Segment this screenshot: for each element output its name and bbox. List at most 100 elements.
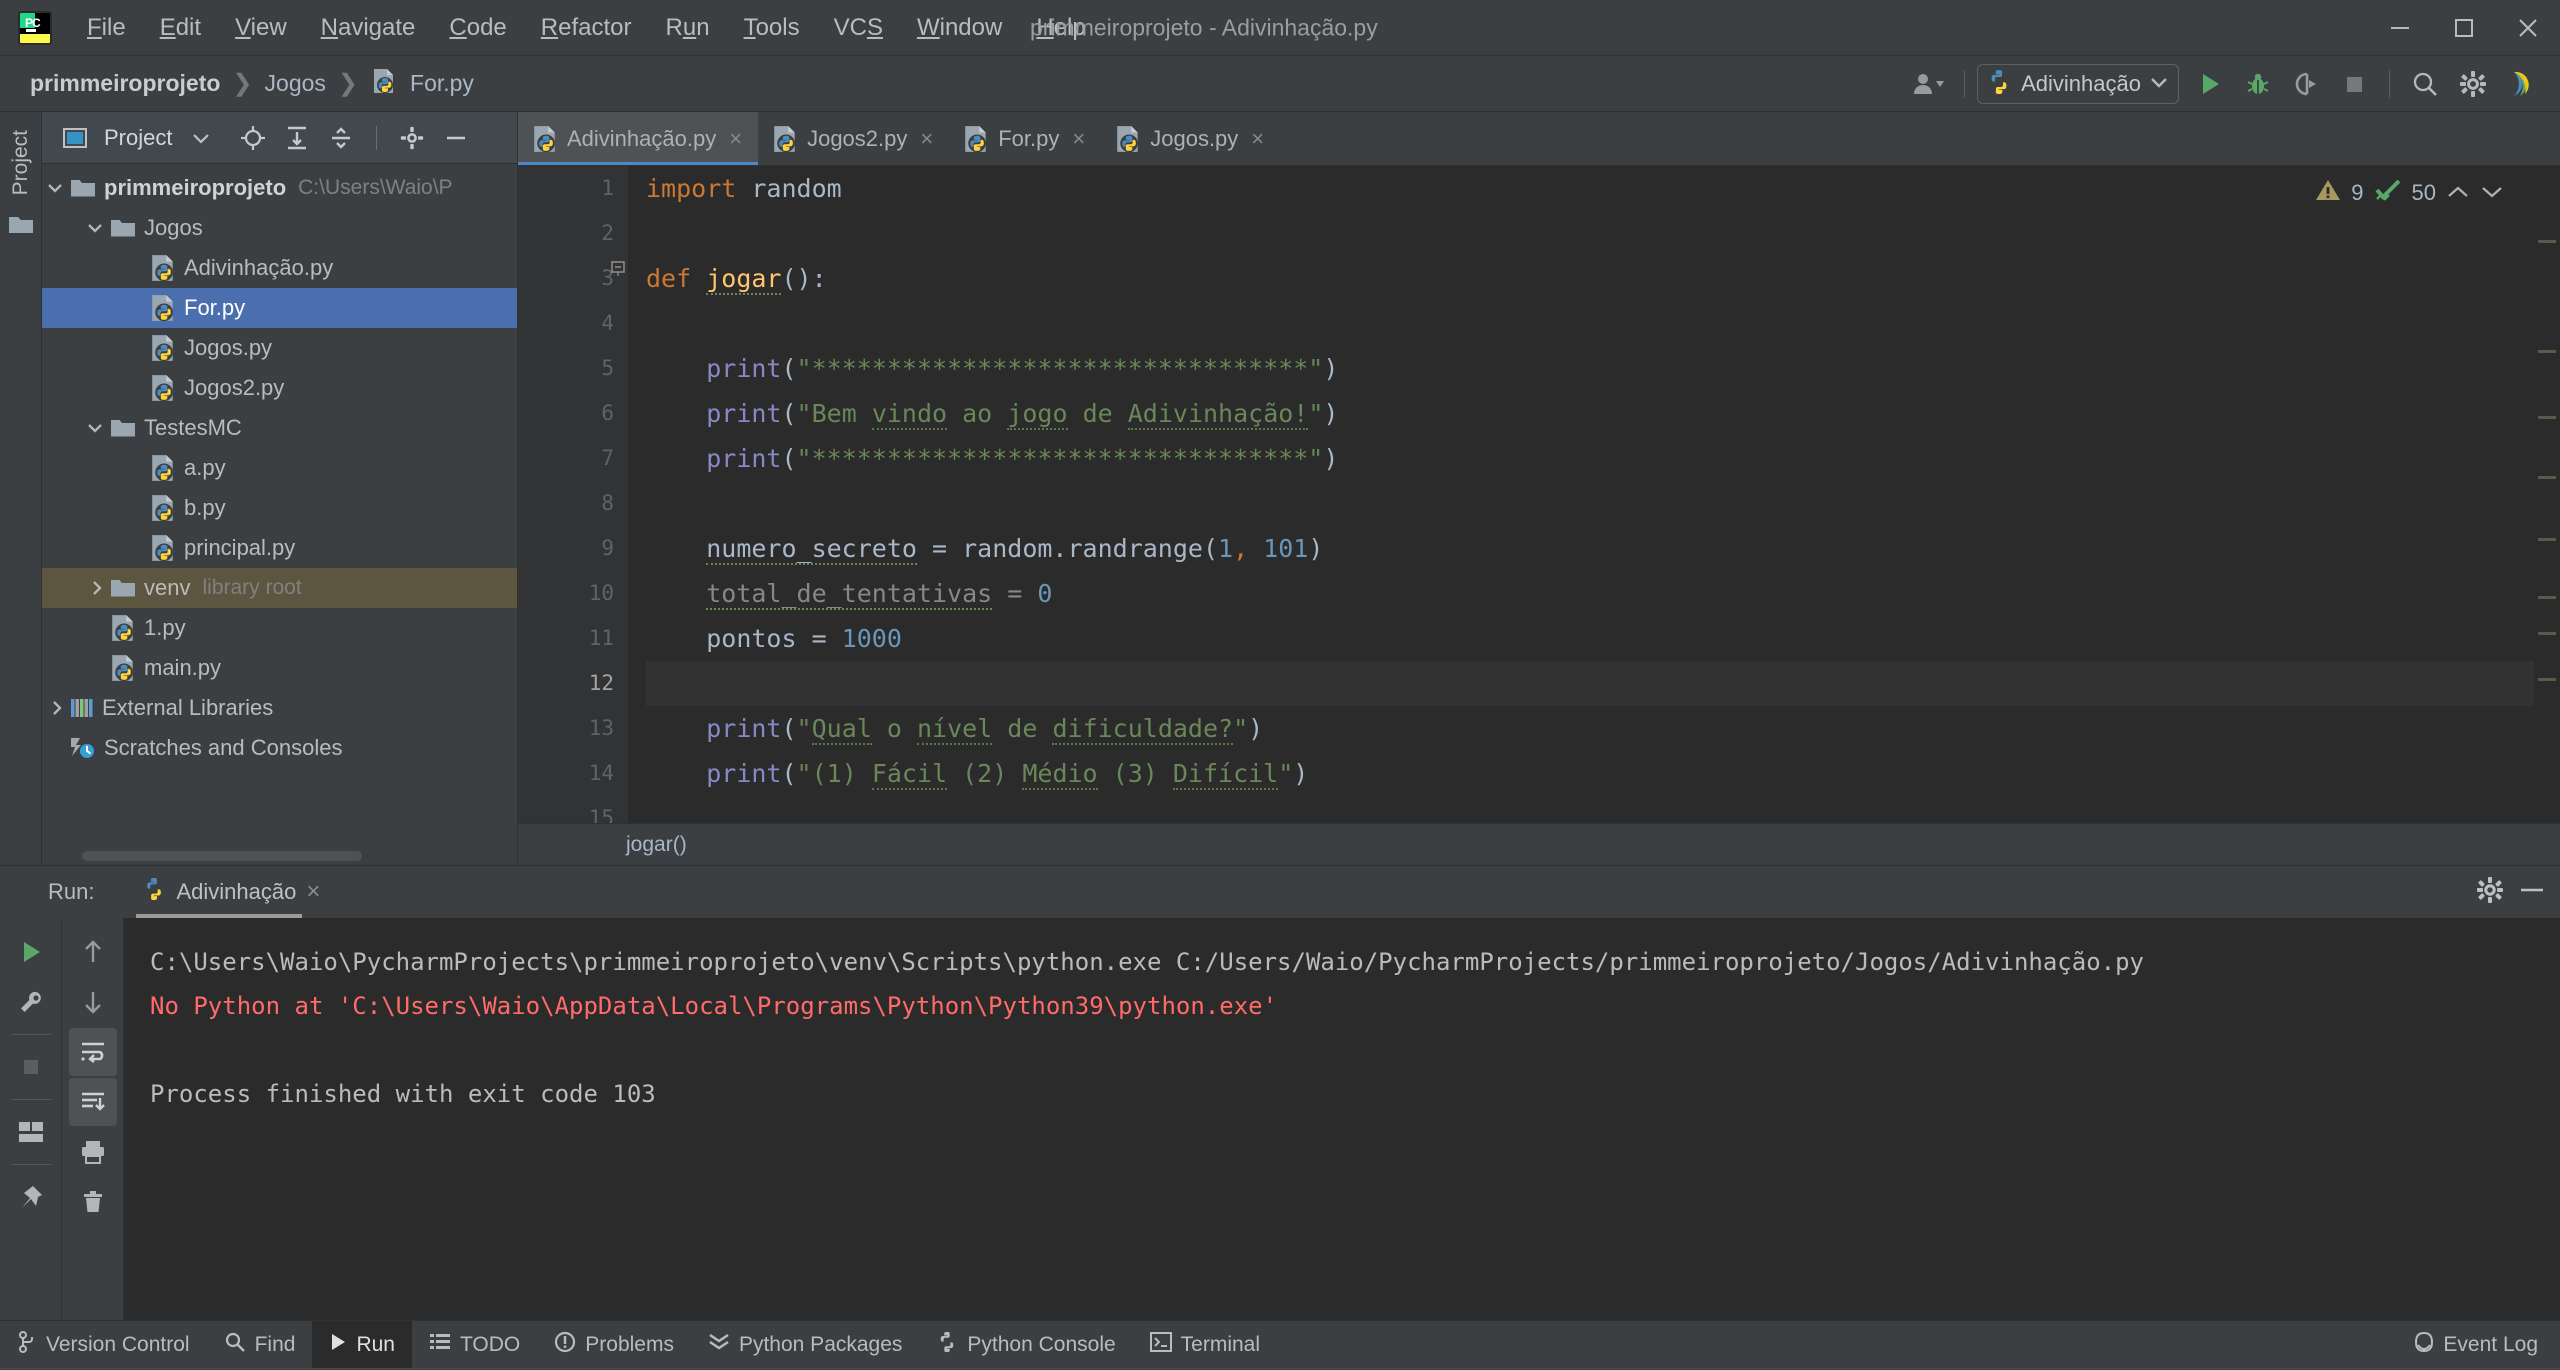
tree-item-primmeiroprojeto[interactable]: primmeiroprojeto C:\Users\Waio\P [42, 168, 517, 208]
stop-icon[interactable] [7, 1043, 55, 1091]
tree-twisty[interactable] [42, 699, 70, 717]
breadcrumb-item-file[interactable]: For.py [404, 70, 480, 97]
menu-view[interactable]: View [218, 10, 304, 46]
gutter-line-number[interactable]: 9 [518, 526, 628, 571]
maximize-button[interactable] [2432, 0, 2496, 56]
close-icon[interactable]: × [729, 126, 742, 152]
gutter-line-number[interactable]: 5 [518, 346, 628, 391]
print-icon[interactable] [69, 1128, 117, 1176]
ide-updates-icon[interactable] [2498, 61, 2544, 107]
chevron-down-icon[interactable] [2480, 180, 2504, 206]
gutter-line-number[interactable]: 6 [518, 391, 628, 436]
gutter-line-number[interactable]: 7 [518, 436, 628, 481]
menu-file[interactable]: File [70, 10, 143, 46]
menu-window[interactable]: Window [900, 10, 1019, 46]
tree-twisty[interactable] [42, 221, 110, 235]
tree-item-testesmc[interactable]: TestesMC [42, 408, 517, 448]
breadcrumb-item-project[interactable]: primmeiroprojeto [24, 70, 226, 97]
tree-item-a-py[interactable]: a.py [42, 448, 517, 488]
tree-item-jogos[interactable]: Jogos [42, 208, 517, 248]
editor-gutter[interactable]: 1 2 3 4 5 6 7 8 9 10 11 12 13 14 15 [518, 166, 628, 823]
locate-target-icon[interactable] [234, 119, 272, 157]
tree-item-main-py[interactable]: main.py [42, 648, 517, 688]
gutter-line-number[interactable]: 4 [518, 301, 628, 346]
tree-item-venv[interactable]: venv library root [42, 568, 517, 608]
event-log-button[interactable]: Event Log [2414, 1331, 2538, 1359]
chevron-up-icon[interactable] [2446, 180, 2470, 206]
gutter-line-number[interactable]: 13 [518, 706, 628, 751]
editor-tab-adivinha-o-py[interactable]: Adivinhação.py × [518, 112, 759, 165]
tree-item-scratches-and-consoles[interactable]: Scratches and Consoles [42, 728, 517, 768]
tree-item-b-py[interactable]: b.py [42, 488, 517, 528]
folder-icon[interactable] [8, 213, 34, 240]
tree-item-jogos-py[interactable]: Jogos.py [42, 328, 517, 368]
toolwindow-find[interactable]: Find [207, 1321, 313, 1369]
toolwindow-problems[interactable]: Problems [537, 1321, 691, 1369]
close-icon[interactable]: × [1072, 126, 1085, 152]
rerun-icon[interactable] [7, 928, 55, 976]
chevron-down-icon[interactable] [2150, 75, 2168, 93]
toolwindow-terminal[interactable]: Terminal [1133, 1321, 1277, 1369]
editor-breadcrumb[interactable]: jogar() [518, 823, 2560, 865]
menu-vcs[interactable]: VCS [817, 10, 900, 46]
debug-bug-icon[interactable] [2235, 61, 2281, 107]
close-icon[interactable]: × [306, 878, 320, 906]
arrow-down-icon[interactable] [69, 978, 117, 1026]
gutter-line-number[interactable]: 1 [518, 166, 628, 211]
tree-item-1-py[interactable]: 1.py [42, 608, 517, 648]
project-tree[interactable]: primmeiroprojeto C:\Users\Waio\P Jogos Adi… [42, 164, 517, 865]
gutter-line-number[interactable]: 2 [518, 211, 628, 256]
run-with-coverage-icon[interactable] [2283, 61, 2329, 107]
stop-icon[interactable] [2331, 61, 2377, 107]
code-fold-icon[interactable] [610, 260, 626, 283]
menu-edit[interactable]: Edit [143, 10, 218, 46]
gutter-line-number[interactable]: 15 [518, 796, 628, 823]
menu-tools[interactable]: Tools [727, 10, 817, 46]
code-content[interactable]: import random def jogar(): print("******… [628, 166, 2560, 823]
hide-panel-icon[interactable] [2518, 878, 2546, 907]
wrench-icon[interactable] [7, 978, 55, 1026]
run-tab-adivinhacao[interactable]: Adivinhação × [136, 866, 326, 918]
tree-item-for-py[interactable]: For.py [42, 288, 517, 328]
horizontal-scrollbar[interactable] [82, 851, 362, 861]
gutter-line-number[interactable]: 10 [518, 571, 628, 616]
close-icon[interactable]: × [1251, 126, 1264, 152]
breadcrumb-item-folder[interactable]: Jogos [259, 70, 332, 97]
sidebar-item-project[interactable]: Project [9, 122, 33, 203]
close-button[interactable] [2496, 0, 2560, 56]
arrow-up-icon[interactable] [69, 928, 117, 976]
user-account-icon[interactable] [1906, 61, 1952, 107]
editor-scrollbar-marks[interactable] [2534, 166, 2560, 823]
editor-tab-jogos-py[interactable]: Jogos.py × [1101, 112, 1280, 165]
gear-icon[interactable] [2476, 876, 2504, 909]
layout-icon[interactable] [7, 1108, 55, 1156]
close-icon[interactable]: × [920, 126, 933, 152]
hide-panel-icon[interactable] [437, 119, 475, 157]
tree-item-jogos2-py[interactable]: Jogos2.py [42, 368, 517, 408]
gutter-line-number[interactable]: 14 [518, 751, 628, 796]
toolwindow-python-packages[interactable]: Python Packages [691, 1321, 919, 1369]
toolwindow-python-console[interactable]: Python Console [919, 1321, 1132, 1369]
expand-all-icon[interactable] [278, 119, 316, 157]
menu-navigate[interactable]: Navigate [304, 10, 433, 46]
gutter-line-number[interactable]: 8 [518, 481, 628, 526]
gutter-line-number[interactable]: 11 [518, 616, 628, 661]
collapse-all-icon[interactable] [322, 119, 360, 157]
menu-run[interactable]: Run [649, 10, 727, 46]
menu-code[interactable]: Code [432, 10, 523, 46]
run-icon[interactable] [2187, 61, 2233, 107]
tree-item-adivinha-o-py[interactable]: Adivinhação.py [42, 248, 517, 288]
trash-icon[interactable] [69, 1178, 117, 1226]
gear-icon[interactable] [393, 119, 431, 157]
toolwindow-todo[interactable]: TODO [412, 1321, 537, 1369]
pin-icon[interactable] [7, 1173, 55, 1221]
minimize-button[interactable] [2368, 0, 2432, 56]
toolwindow-run[interactable]: Run [312, 1320, 412, 1369]
search-everywhere-icon[interactable] [2402, 61, 2448, 107]
console-output[interactable]: C:\Users\Waio\PycharmProjects\primmeirop… [124, 918, 2560, 1320]
menu-refactor[interactable]: Refactor [524, 10, 649, 46]
chevron-down-icon[interactable] [182, 119, 220, 157]
run-configuration-selector[interactable]: Adivinhação [1977, 64, 2179, 104]
gutter-line-number[interactable]: 12 [518, 661, 628, 706]
toolwindow-version-control[interactable]: Version Control [0, 1321, 207, 1369]
